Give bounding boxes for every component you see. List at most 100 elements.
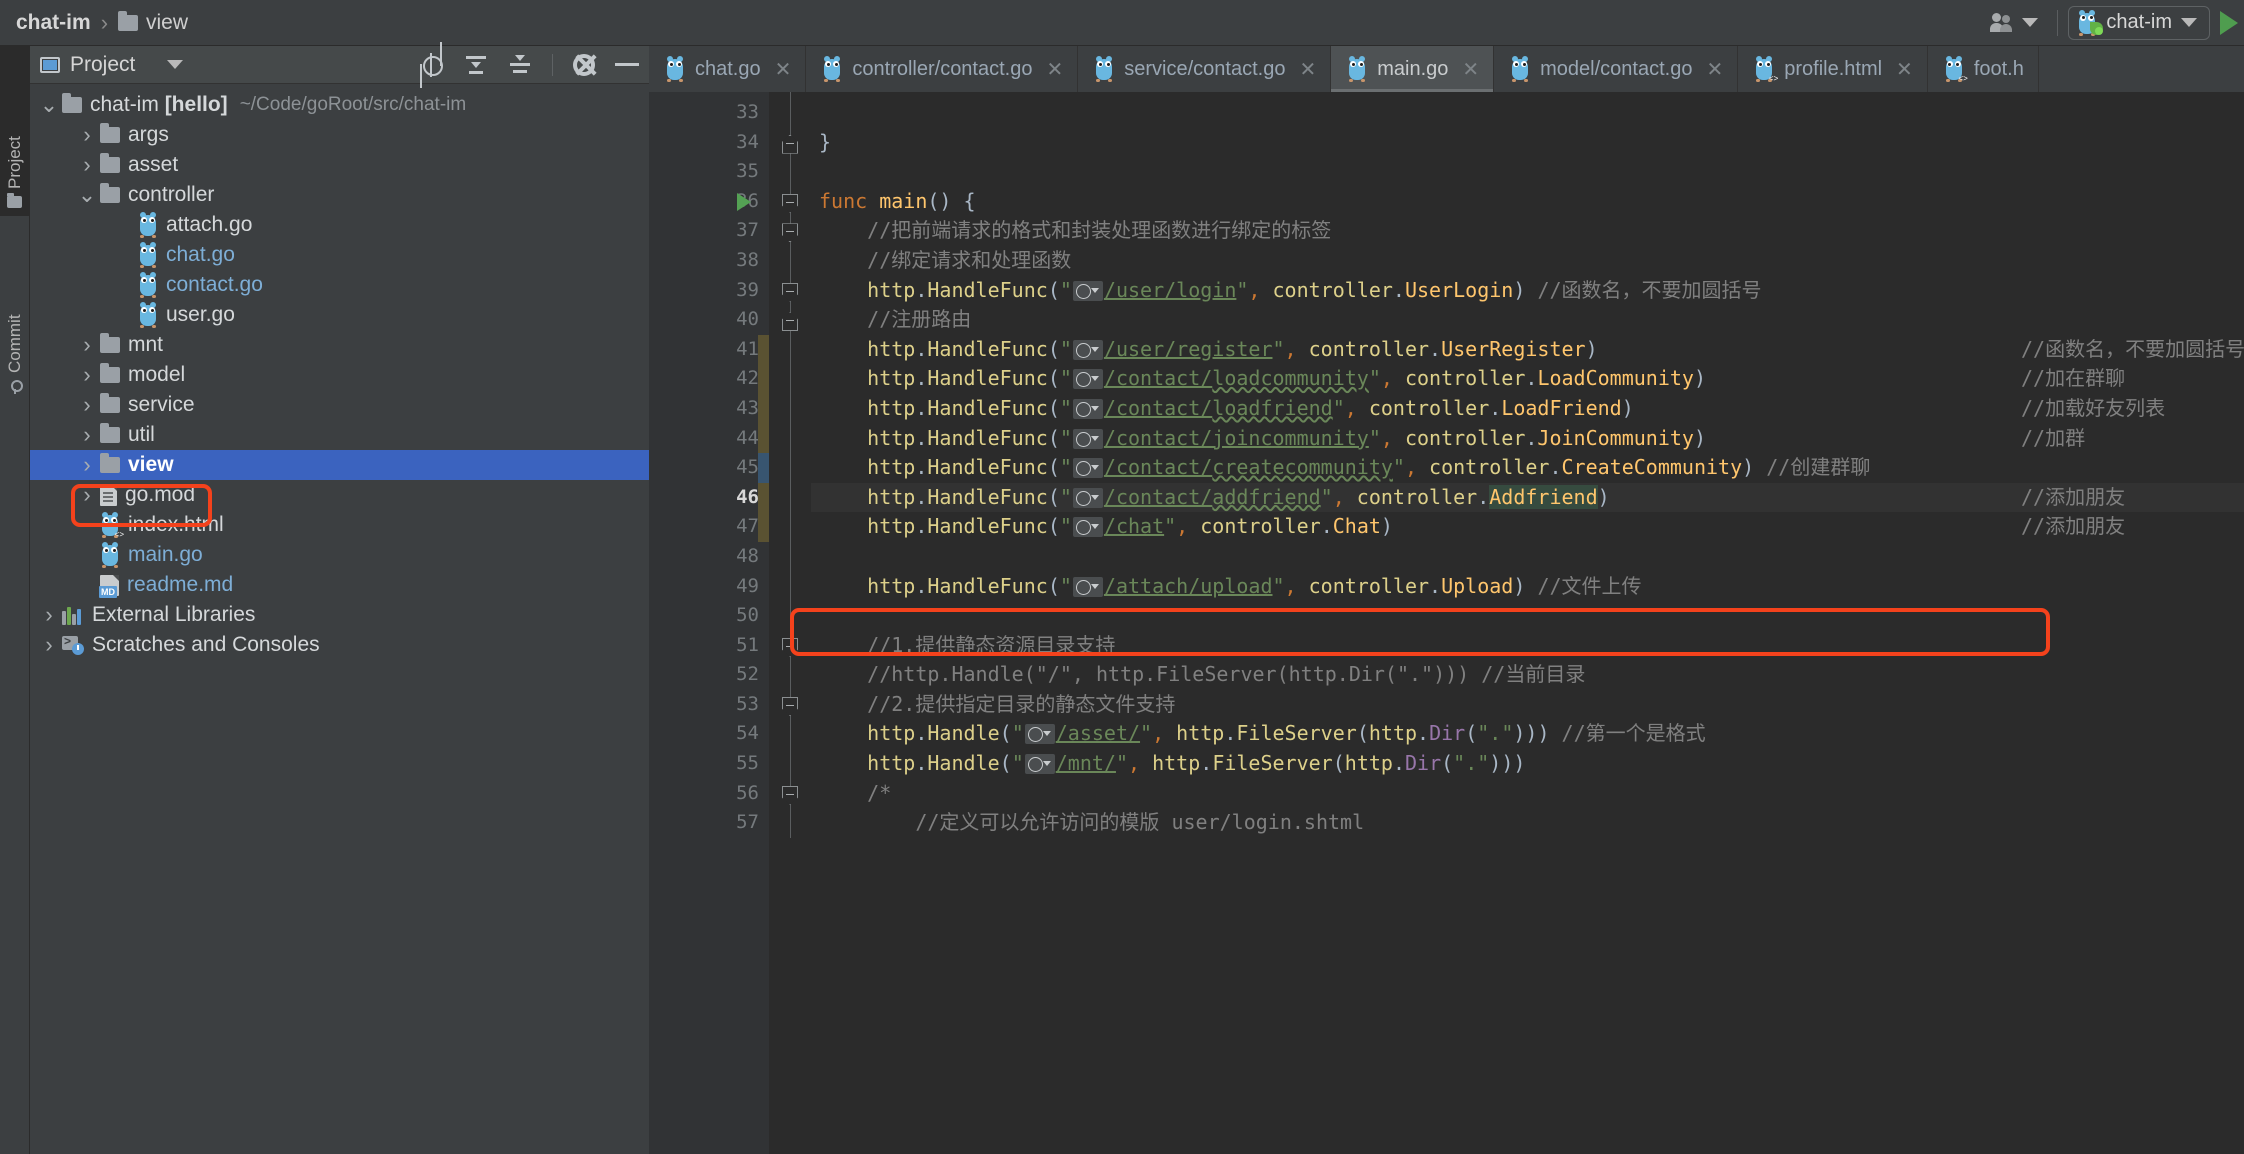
line-number[interactable]: 54 <box>649 719 769 749</box>
fold-toggle-icon[interactable] <box>780 192 800 212</box>
chevron-right-icon[interactable]: › <box>74 392 100 418</box>
close-icon[interactable]: ✕ <box>1706 57 1723 82</box>
chevron-right-icon[interactable]: › <box>74 452 100 478</box>
tree-item-external-libraries[interactable]: ›External Libraries <box>30 600 649 630</box>
line-number[interactable]: 51 <box>649 631 769 661</box>
line-number[interactable]: 45 <box>649 453 769 483</box>
tree-item-user-go[interactable]: user.go <box>30 300 649 330</box>
web-reference-icon[interactable] <box>1073 399 1103 419</box>
line-number[interactable]: 53 <box>649 690 769 720</box>
line-number[interactable]: 47 <box>649 512 769 542</box>
vcs-change-marker[interactable] <box>758 483 769 542</box>
web-reference-icon[interactable] <box>1073 340 1103 360</box>
line-number[interactable]: 57 <box>649 808 769 838</box>
code-line[interactable]: http.Handle("/mnt/", http.FileServer(htt… <box>811 749 2244 779</box>
vcs-change-marker[interactable] <box>758 335 769 453</box>
line-number[interactable]: 48 <box>649 542 769 572</box>
fold-toggle-icon[interactable] <box>780 221 800 241</box>
editor-tab-controller-contact-go[interactable]: controller/contact.go✕ <box>806 46 1078 92</box>
web-reference-icon[interactable] <box>1025 754 1055 774</box>
code-line[interactable] <box>811 542 2244 572</box>
web-reference-icon[interactable] <box>1073 429 1103 449</box>
editor-tab-profile-html[interactable]: profile.html✕ <box>1738 46 1928 92</box>
chevron-down-icon[interactable] <box>167 60 183 69</box>
tree-item-chat-im-hello-[interactable]: ⌄chat-im [hello]~/Code/goRoot/src/chat-i… <box>30 90 649 120</box>
close-icon[interactable]: ✕ <box>775 57 792 82</box>
tree-item-asset[interactable]: ›asset <box>30 150 649 180</box>
code-line[interactable]: http.HandleFunc("/attach/upload", contro… <box>811 572 2244 602</box>
locate-icon[interactable] <box>420 53 444 77</box>
sidebar-item-commit[interactable]: Commit <box>0 222 30 402</box>
tree-item-model[interactable]: ›model <box>30 360 649 390</box>
line-number[interactable]: 36 <box>649 187 769 217</box>
line-number[interactable]: 38 <box>649 246 769 276</box>
line-number[interactable]: 41 <box>649 335 769 365</box>
line-number[interactable]: 49 <box>649 572 769 602</box>
chevron-right-icon[interactable]: › <box>74 152 100 178</box>
web-reference-icon[interactable] <box>1073 517 1103 537</box>
code-line[interactable]: //1.提供静态资源目录支持 <box>811 631 2244 661</box>
code-line[interactable]: func main() { <box>811 187 2244 217</box>
line-number[interactable]: 52 <box>649 660 769 690</box>
line-number[interactable]: 35 <box>649 157 769 187</box>
web-reference-icon[interactable] <box>1073 458 1103 478</box>
settings-gear-icon[interactable] <box>573 54 595 76</box>
vcs-change-marker[interactable] <box>758 453 769 483</box>
tree-item-chat-go[interactable]: chat.go <box>30 240 649 270</box>
sidebar-item-project[interactable]: Project <box>0 46 30 216</box>
web-reference-icon[interactable] <box>1073 369 1103 389</box>
fold-toggle-icon[interactable] <box>780 310 800 330</box>
tree-item-controller[interactable]: ⌄controller <box>30 180 649 210</box>
tree-item-contact-go[interactable]: contact.go <box>30 270 649 300</box>
line-number[interactable]: 50 <box>649 601 769 631</box>
chevron-right-icon[interactable]: › <box>74 422 100 448</box>
code-line[interactable] <box>811 98 2244 128</box>
code-line[interactable]: /* <box>811 779 2244 809</box>
web-reference-icon[interactable] <box>1073 488 1103 508</box>
chevron-down-icon[interactable]: ⌄ <box>36 92 62 118</box>
line-number[interactable]: 44 <box>649 424 769 454</box>
editor-tab-service-contact-go[interactable]: service/contact.go✕ <box>1078 46 1331 92</box>
users-button[interactable] <box>1982 6 2047 40</box>
code-line[interactable]: //2.提供指定目录的静态文件支持 <box>811 690 2244 720</box>
run-gutter-icon[interactable] <box>737 193 751 211</box>
web-reference-icon[interactable] <box>1073 577 1103 597</box>
close-icon[interactable]: ✕ <box>1299 57 1316 82</box>
run-configuration-selector[interactable]: chat-im <box>2068 6 2210 40</box>
breadcrumb-project[interactable]: chat-im <box>10 9 97 37</box>
line-number[interactable]: 39 <box>649 276 769 306</box>
code-line[interactable]: //http.Handle("/", http.FileServer(http.… <box>811 660 2244 690</box>
line-number[interactable]: 43 <box>649 394 769 424</box>
tree-item-util[interactable]: ›util <box>30 420 649 450</box>
code-folding-gutter[interactable] <box>769 92 811 1154</box>
code-line[interactable] <box>811 157 2244 187</box>
code-line[interactable]: //把前端请求的格式和封装处理函数进行绑定的标签 <box>811 216 2244 246</box>
line-number[interactable]: 46 <box>649 483 769 513</box>
code-line[interactable]: //定义可以允许访问的模版 user/login.shtml <box>811 808 2244 838</box>
code-line[interactable]: //注册路由 <box>811 305 2244 335</box>
code-line[interactable]: //绑定请求和处理函数 <box>811 246 2244 276</box>
chevron-right-icon[interactable]: › <box>74 482 100 508</box>
editor-tab-foot-h[interactable]: foot.h <box>1928 46 2039 92</box>
project-panel-title-group[interactable]: Project <box>40 53 183 77</box>
line-number[interactable]: 55 <box>649 749 769 779</box>
tree-item-mnt[interactable]: ›mnt <box>30 330 649 360</box>
tree-item-view[interactable]: ›view <box>30 450 649 480</box>
fold-toggle-icon[interactable] <box>780 133 800 153</box>
expand-all-icon[interactable] <box>464 53 488 77</box>
tree-item-attach-go[interactable]: attach.go <box>30 210 649 240</box>
editor-tab-chat-go[interactable]: chat.go✕ <box>649 46 806 92</box>
close-icon[interactable]: ✕ <box>1896 57 1913 82</box>
line-number[interactable]: 42 <box>649 364 769 394</box>
tree-item-args[interactable]: ›args <box>30 120 649 150</box>
web-reference-icon[interactable] <box>1073 281 1103 301</box>
tree-item-go-mod[interactable]: ›go.mod <box>30 480 649 510</box>
code-line[interactable]: } <box>811 128 2244 158</box>
fold-toggle-icon[interactable] <box>780 281 800 301</box>
line-number[interactable]: 33 <box>649 98 769 128</box>
tree-item-service[interactable]: ›service <box>30 390 649 420</box>
chevron-right-icon[interactable]: › <box>74 332 100 358</box>
code-content[interactable]: }func main() { //把前端请求的格式和封装处理函数进行绑定的标签 … <box>811 92 2244 1154</box>
chevron-right-icon[interactable]: › <box>36 602 62 628</box>
line-number-gutter[interactable]: 3334353637383940414243444546474849505152… <box>649 92 769 1154</box>
